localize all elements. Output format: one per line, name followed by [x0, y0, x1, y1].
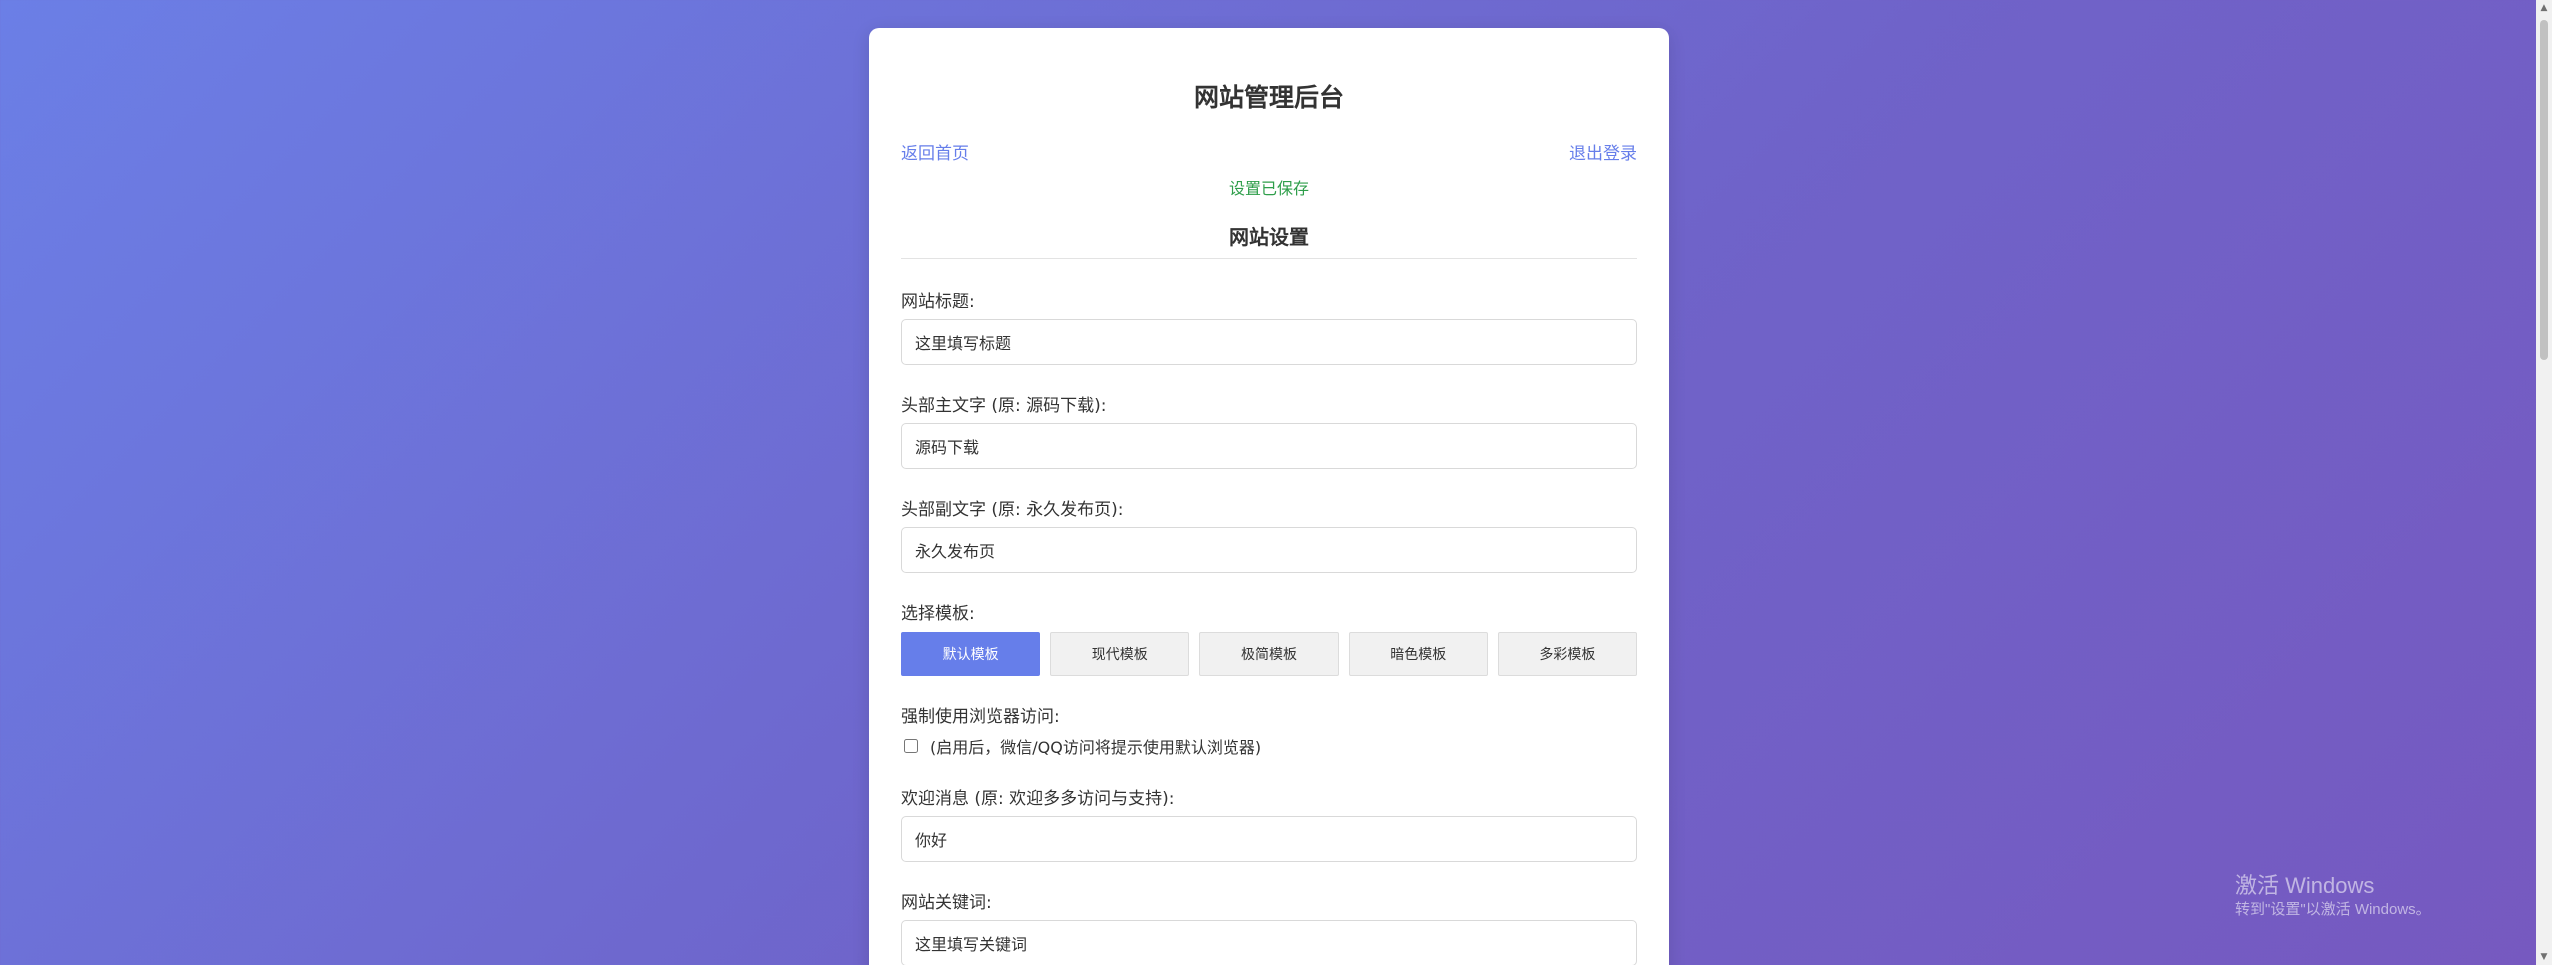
template-selector: 默认模板 现代模板 极简模板 暗色模板 多彩模板	[901, 632, 1638, 676]
header-sub-input[interactable]	[901, 527, 1637, 573]
page-title: 网站管理后台	[1193, 83, 1344, 112]
scroll-up-icon[interactable]: ▲	[2536, 0, 2552, 16]
scroll-thumb[interactable]	[2540, 20, 2548, 360]
welcome-label: 欢迎消息 (原: 欢迎多多访问与支持):	[901, 789, 1175, 809]
welcome-input[interactable]	[901, 816, 1637, 862]
keywords-input[interactable]	[901, 920, 1637, 965]
template-modern-button[interactable]: 现代模板	[1050, 632, 1190, 676]
scroll-down-icon[interactable]: ▼	[2536, 949, 2552, 965]
force-browser-label: 强制使用浏览器访问:	[901, 707, 1060, 727]
site-title-input[interactable]	[901, 319, 1637, 365]
section-title: 网站设置	[901, 223, 1637, 259]
nav-row: 返回首页 退出登录	[901, 142, 1637, 166]
header-main-input[interactable]	[901, 423, 1637, 469]
field-header-main: 头部主文字 (原: 源码下载):	[901, 395, 1637, 469]
header-main-label: 头部主文字 (原: 源码下载):	[901, 396, 1107, 416]
template-colorful-button[interactable]: 多彩模板	[1497, 632, 1638, 676]
watermark-title: 激活 Windows	[2235, 873, 2375, 898]
admin-card: 网站管理后台 返回首页 退出登录 设置已保存 网站设置 网站标题: 头部主文字 …	[869, 28, 1669, 965]
windows-activation-watermark: 激活 Windows 转到"设置"以激活 Windows。	[2235, 872, 2431, 920]
field-site-title: 网站标题:	[901, 291, 1637, 365]
page-scrollbar[interactable]: ▲ ▼	[2536, 0, 2552, 965]
header-sub-label: 头部副文字 (原: 永久发布页):	[901, 500, 1124, 520]
keywords-label: 网站关键词:	[901, 893, 992, 913]
force-browser-hint: (启用后，微信/QQ访问将提示使用默认浏览器)	[930, 738, 1262, 757]
field-keywords: 网站关键词:	[901, 892, 1637, 965]
site-title-label: 网站标题:	[901, 292, 975, 312]
logout-link[interactable]: 退出登录	[1569, 142, 1637, 166]
template-label: 选择模板:	[901, 604, 975, 624]
template-default-button[interactable]: 默认模板	[901, 632, 1041, 676]
watermark-subtitle: 转到"设置"以激活 Windows。	[2235, 901, 2431, 918]
home-link[interactable]: 返回首页	[901, 142, 969, 166]
status-message: 设置已保存	[1228, 179, 1309, 198]
force-browser-row: (启用后，微信/QQ访问将提示使用默认浏览器)	[901, 734, 1637, 758]
field-force-browser: 强制使用浏览器访问: (启用后，微信/QQ访问将提示使用默认浏览器)	[901, 706, 1637, 758]
field-header-sub: 头部副文字 (原: 永久发布页):	[901, 499, 1637, 573]
field-template: 选择模板: 默认模板 现代模板 极简模板 暗色模板 多彩模板	[901, 603, 1638, 676]
template-dark-button[interactable]: 暗色模板	[1348, 632, 1488, 676]
field-welcome: 欢迎消息 (原: 欢迎多多访问与支持):	[901, 788, 1637, 862]
force-browser-checkbox[interactable]	[904, 739, 918, 753]
template-minimal-button[interactable]: 极简模板	[1199, 632, 1339, 676]
